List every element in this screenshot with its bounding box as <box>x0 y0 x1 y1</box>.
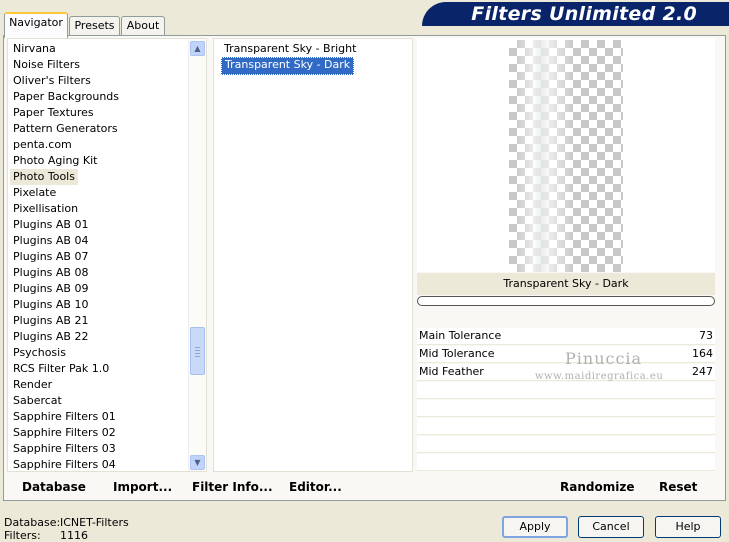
category-item[interactable]: Plugins AB 04 <box>10 233 91 249</box>
category-item[interactable]: Plugins AB 07 <box>10 249 91 265</box>
apply-button[interactable]: Apply <box>502 516 568 538</box>
param-row-empty <box>417 400 715 417</box>
param-value: 247 <box>692 365 713 378</box>
watermark-url: www.maidiregrafica.eu <box>535 371 664 382</box>
preview-filter-name: Transparent Sky - Dark <box>417 273 715 295</box>
param-row-empty <box>417 418 715 435</box>
category-item[interactable]: Plugins AB 09 <box>10 281 91 297</box>
progress-bar <box>417 296 715 306</box>
category-item[interactable]: Photo Tools <box>10 169 78 185</box>
category-item[interactable]: Psychosis <box>10 345 69 361</box>
editor-button[interactable]: Editor... <box>289 480 342 494</box>
tab-navigator[interactable]: Navigator <box>4 12 68 38</box>
scroll-thumb[interactable] <box>190 327 205 375</box>
category-item[interactable]: Sapphire Filters 04 <box>10 457 119 471</box>
category-item[interactable]: Plugins AB 08 <box>10 265 91 281</box>
preview-image-haze <box>515 40 575 272</box>
category-list[interactable]: Nirvana Noise Filters Oliver's Filters Pape… <box>7 38 207 472</box>
param-label: Mid Feather <box>419 365 484 378</box>
category-item[interactable]: Nirvana <box>10 41 59 57</box>
category-item[interactable]: Plugins AB 22 <box>10 329 91 345</box>
filter-list[interactable]: Transparent Sky - Bright Transparent Sky … <box>213 38 413 472</box>
category-item[interactable]: Sapphire Filters 02 <box>10 425 119 441</box>
category-item[interactable]: Paper Textures <box>10 105 97 121</box>
param-label: Main Tolerance <box>419 329 502 342</box>
scroll-up-button[interactable]: ▲ <box>190 41 205 56</box>
filter-item[interactable]: Transparent Sky - Bright <box>221 41 359 57</box>
app-title-banner: Filters Unlimited 2.0 <box>422 2 729 26</box>
category-item[interactable]: Pixellisation <box>10 201 81 217</box>
param-row-empty <box>417 436 715 453</box>
param-value: 164 <box>692 347 713 360</box>
filter-item[interactable]: Transparent Sky - Dark <box>221 57 355 75</box>
reset-button[interactable]: Reset <box>659 480 697 494</box>
category-item[interactable]: Render <box>10 377 55 393</box>
watermark-name: Pinuccia <box>565 349 643 368</box>
category-item[interactable]: Pattern Generators <box>10 121 121 137</box>
randomize-button[interactable]: Randomize <box>560 480 634 494</box>
import-button[interactable]: Import... <box>113 480 172 494</box>
param-label: Mid Tolerance <box>419 347 495 360</box>
category-item[interactable]: Paper Backgrounds <box>10 89 122 105</box>
param-row-main-tolerance[interactable]: Main Tolerance 73 <box>417 328 715 345</box>
category-item[interactable]: Sabercat <box>10 393 65 409</box>
param-value: 73 <box>699 329 713 342</box>
category-item[interactable]: Oliver's Filters <box>10 73 94 89</box>
category-scrollbar[interactable]: ▲ ▼ <box>188 39 206 471</box>
category-item[interactable]: Sapphire Filters 03 <box>10 441 119 457</box>
database-label: Database: <box>4 516 61 529</box>
scroll-down-button[interactable]: ▼ <box>190 455 205 470</box>
category-item[interactable]: penta.com <box>10 137 75 153</box>
category-item[interactable]: RCS Filter Pak 1.0 <box>10 361 112 377</box>
param-row-empty <box>417 382 715 399</box>
category-item[interactable]: Sapphire Filters 01 <box>10 409 119 425</box>
category-item[interactable]: Plugins AB 01 <box>10 217 91 233</box>
category-item[interactable]: Plugins AB 21 <box>10 313 91 329</box>
category-item[interactable]: Plugins AB 10 <box>10 297 91 313</box>
help-button[interactable]: Help <box>655 516 721 538</box>
category-item[interactable]: Photo Aging Kit <box>10 153 100 169</box>
category-item[interactable]: Pixelate <box>10 185 59 201</box>
cancel-button[interactable]: Cancel <box>578 516 644 538</box>
tab-presets[interactable]: Presets <box>69 16 120 36</box>
tab-about[interactable]: About <box>121 16 165 36</box>
database-button[interactable]: Database <box>22 480 86 494</box>
category-item[interactable]: Noise Filters <box>10 57 83 73</box>
param-row-empty <box>417 454 715 471</box>
database-value: ICNET-Filters <box>60 516 129 529</box>
database-info: Database: ICNET-Filters <box>4 516 129 529</box>
filter-info-button[interactable]: Filter Info... <box>192 480 273 494</box>
